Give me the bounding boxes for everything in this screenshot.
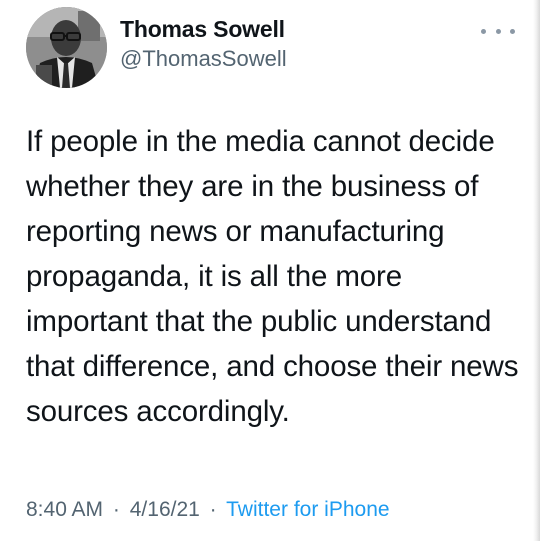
more-dot [481,28,486,34]
meta-separator: · [112,498,120,521]
scrollbar-edge [533,0,540,541]
tweet-time[interactable]: 8:40 AM [26,498,103,521]
tweet-meta: 8:40 AM · 4/16/21 · Twitter for iPhone [26,498,390,522]
more-options-icon[interactable] [481,22,515,40]
avatar[interactable] [26,7,107,88]
tweet-source-link[interactable]: Twitter for iPhone [226,498,389,521]
tweet-date[interactable]: 4/16/21 [130,498,200,521]
more-dot [510,28,515,34]
more-dot [495,28,501,34]
tweet-card: Thomas Sowell @ThomasSowell If people in… [0,0,540,541]
meta-separator: · [209,498,217,521]
tweet-text: If people in the media cannot decide whe… [26,125,519,428]
author-display-name[interactable]: Thomas Sowell [120,16,285,43]
author-handle[interactable]: @ThomasSowell [120,46,287,72]
